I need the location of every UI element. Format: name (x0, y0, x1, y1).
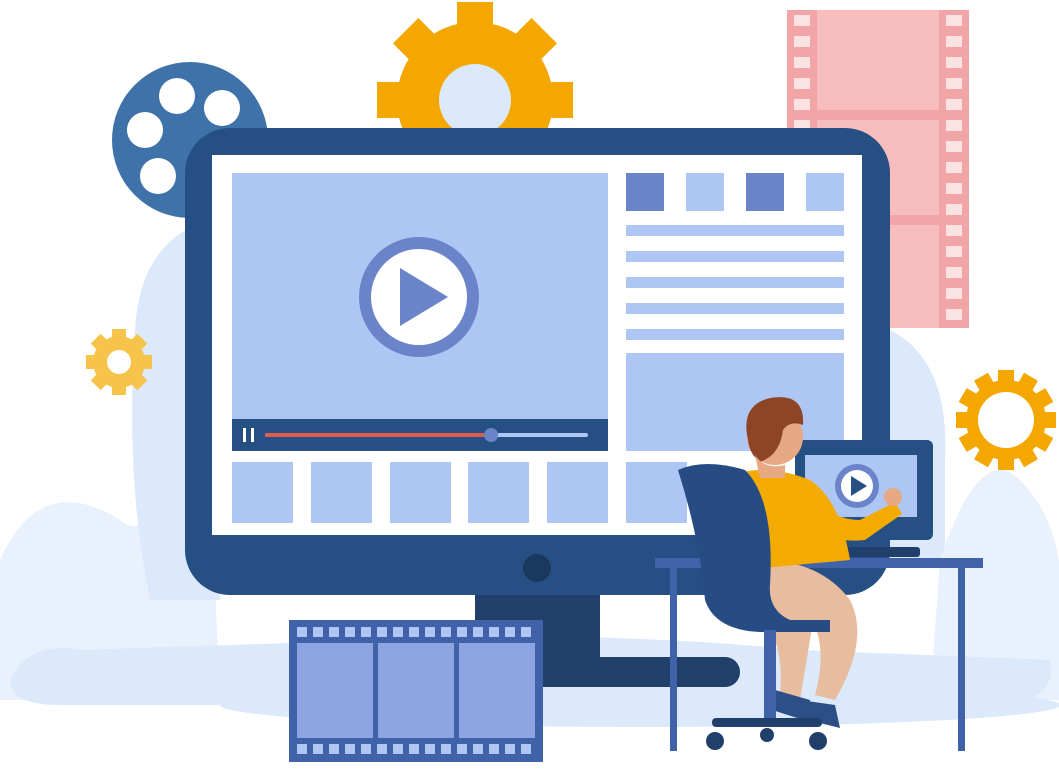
gear-icon (86, 329, 152, 395)
gear-icon (956, 370, 1056, 470)
film-strip-icon (289, 620, 543, 762)
video-player (232, 173, 608, 451)
play-icon (835, 464, 879, 508)
power-button (523, 554, 551, 582)
video-workstation-illustration (0, 2, 1059, 762)
progress-knob (484, 428, 499, 442)
progress-played (265, 433, 492, 437)
play-icon (359, 237, 479, 357)
